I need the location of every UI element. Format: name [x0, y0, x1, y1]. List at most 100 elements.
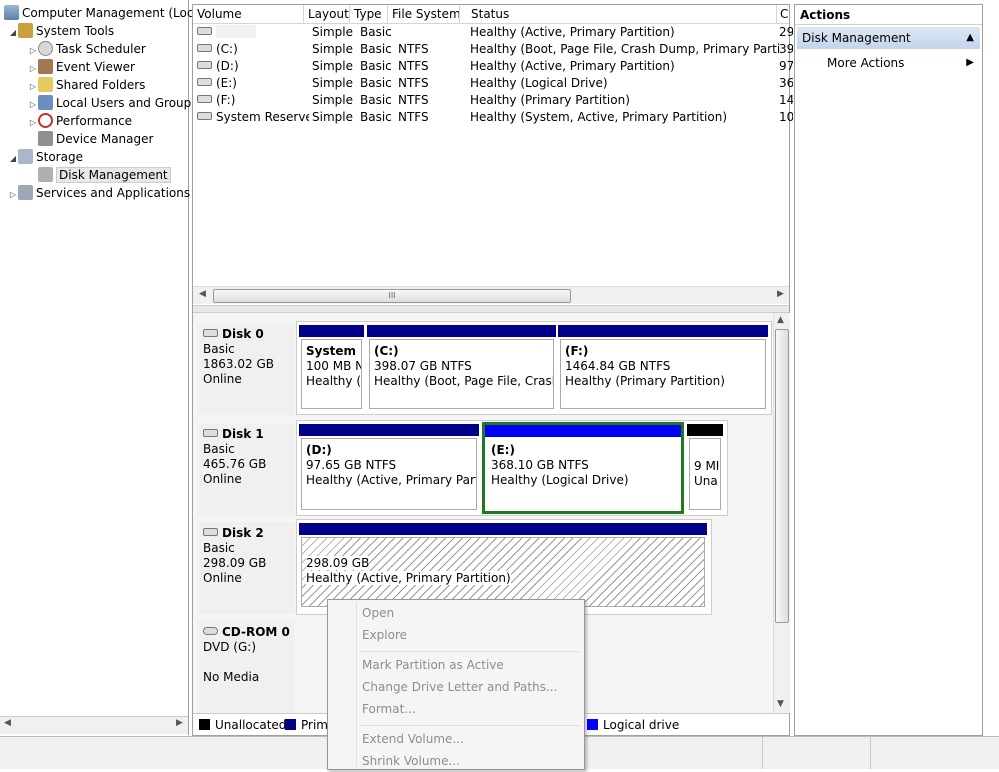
volume-row[interactable]: Simple Basic Healthy (Active, Primary Pa… [193, 24, 793, 41]
legend-logical: Logical drive [587, 718, 679, 732]
tree-item-event-viewer[interactable]: ▷ Event Viewer [28, 58, 135, 76]
more-actions-item[interactable]: More Actions ▶ [797, 53, 980, 73]
disk-icon [203, 528, 218, 536]
logical-bar [485, 425, 681, 437]
menu-item-mark-active[interactable]: Mark Partition as Active [362, 654, 504, 676]
disk-2-info[interactable]: Disk 2 Basic 298.09 GB Online [197, 522, 295, 614]
actions-pane: Actions Disk Management ▲ More Actions ▶ [794, 4, 983, 736]
submenu-arrow-icon: ▶ [966, 57, 974, 68]
event-viewer-icon [38, 59, 53, 74]
volume-list-header: Volume Layout Type File System Status C [193, 5, 789, 24]
graph-vertical-scrollbar[interactable]: ▲ ▼ [773, 313, 790, 713]
menu-item-extend-volume[interactable]: Extend Volume... [362, 728, 464, 750]
primary-bar [299, 325, 364, 337]
partition-disk2[interactable]: 298.09 GB Healthy (Active, Primary Parti… [299, 523, 707, 609]
shared-folder-icon [38, 77, 53, 92]
volume-icon [197, 78, 212, 86]
volume-row[interactable]: (E:) Simple Basic NTFS Healthy (Logical … [193, 75, 793, 92]
tree-item-storage[interactable]: ◢ Storage [8, 148, 83, 166]
services-icon [18, 185, 33, 200]
primary-bar [299, 523, 707, 535]
column-type[interactable]: Type [350, 5, 388, 23]
scroll-left-icon[interactable]: ◀ [199, 289, 206, 299]
column-capacity[interactable]: C [776, 5, 792, 23]
scroll-thumb[interactable] [775, 329, 789, 623]
tree-item-local-users[interactable]: ▷ Local Users and Groups [28, 94, 198, 112]
cdrom-0-info[interactable]: CD-ROM 0 DVD (G:) No Media [197, 621, 295, 713]
partition-c[interactable]: (C:) 398.07 GB NTFS Healthy (Boot, Page … [367, 325, 556, 411]
scroll-right-icon[interactable]: ▶ [777, 289, 784, 299]
primary-bar [367, 325, 556, 337]
primary-swatch [285, 719, 296, 730]
menu-item-change-drive-letter[interactable]: Change Drive Letter and Paths... [362, 676, 557, 698]
volume-row[interactable]: (D:) Simple Basic NTFS Healthy (Active, … [193, 58, 793, 75]
partition-f[interactable]: (F:) 1464.84 GB NTFS Healthy (Primary Pa… [558, 325, 768, 411]
column-volume[interactable]: Volume [193, 5, 304, 23]
disk-0-info[interactable]: Disk 0 Basic 1863.02 GB Online [197, 323, 295, 415]
expand-right-icon[interactable]: ▷ [8, 186, 18, 204]
tree-item-system-tools[interactable]: ◢ System Tools [8, 22, 114, 40]
scroll-right-icon[interactable]: ▶ [176, 718, 183, 728]
volume-icon [197, 61, 212, 69]
performance-icon [38, 113, 53, 128]
console-tree: Computer Management (Local ◢ System Tools… [0, 0, 204, 735]
device-manager-icon [38, 131, 53, 146]
tree-item-disk-management[interactable]: Disk Management [38, 166, 171, 184]
cdrom-icon [203, 627, 218, 635]
partition-system-reserved[interactable]: System R 100 MB N Healthy (S [299, 325, 364, 411]
partition-e-selected[interactable]: (E:) 368.10 GB NTFS Healthy (Logical Dri… [482, 422, 684, 514]
scroll-down-icon[interactable]: ▼ [777, 699, 784, 709]
menu-item-shrink-volume[interactable]: Shrink Volume... [362, 750, 460, 772]
unallocated-swatch [199, 719, 210, 730]
primary-bar [558, 325, 768, 337]
legend-unallocated: Unallocated [199, 718, 286, 732]
menu-item-open[interactable]: Open [362, 602, 394, 624]
unallocated-bar [687, 424, 723, 436]
volume-list-horizontal-scrollbar[interactable]: ◀ III ▶ [193, 286, 789, 304]
disk-1-info[interactable]: Disk 1 Basic 465.76 GB Online [197, 423, 295, 515]
storage-icon [18, 149, 33, 164]
partition-unallocated[interactable]: 9 MI Una [687, 424, 723, 512]
volume-icon [197, 44, 212, 52]
disk-icon [203, 429, 218, 437]
volume-row[interactable]: (C:) Simple Basic NTFS Healthy (Boot, Pa… [193, 41, 793, 58]
expand-down-icon[interactable]: ◢ [8, 150, 18, 168]
pane-splitter[interactable] [193, 305, 789, 313]
menu-separator [360, 651, 580, 652]
context-menu: Open Explore Mark Partition as Active Ch… [327, 599, 585, 770]
volume-row[interactable]: (F:) Simple Basic NTFS Healthy (Primary … [193, 92, 793, 109]
volume-icon [197, 112, 212, 120]
expand-down-icon[interactable]: ◢ [8, 24, 18, 42]
primary-bar [299, 424, 479, 436]
scroll-left-icon[interactable]: ◀ [4, 718, 11, 728]
users-icon [38, 95, 53, 110]
tree-item-performance[interactable]: ▷ Performance [28, 112, 132, 130]
column-layout[interactable]: Layout [304, 5, 350, 23]
column-status[interactable]: Status [467, 5, 777, 23]
column-file-system[interactable]: File System [388, 5, 460, 23]
actions-title: Actions [795, 5, 982, 25]
tools-icon [18, 23, 33, 38]
expand-right-icon[interactable]: ▷ [28, 114, 38, 132]
tree-item-device-manager[interactable]: Device Manager [38, 130, 153, 148]
tree-item-shared-folders[interactable]: ▷ Shared Folders [28, 76, 145, 94]
actions-section-disk-management[interactable]: Disk Management ▲ [797, 27, 980, 49]
partition-d[interactable]: (D:) 97.65 GB NTFS Healthy (Active, Prim… [299, 424, 479, 512]
tree-item-computer-management[interactable]: Computer Management (Local [4, 4, 204, 22]
volume-icon [197, 27, 212, 35]
menu-item-format[interactable]: Format... [362, 698, 416, 720]
menu-item-explore[interactable]: Explore [362, 624, 407, 646]
volume-icon [197, 95, 212, 103]
logical-swatch [587, 719, 598, 730]
tree-item-services-applications[interactable]: ▷ Services and Applications [8, 184, 190, 202]
collapse-up-icon[interactable]: ▲ [966, 27, 974, 49]
computer-icon [4, 5, 19, 20]
disk-management-icon [38, 167, 53, 182]
menu-separator [360, 725, 580, 726]
scroll-up-icon[interactable]: ▲ [777, 315, 784, 325]
clock-icon [38, 41, 53, 56]
tree-horizontal-scrollbar[interactable]: ◀ ▶ [0, 716, 188, 734]
tree-item-task-scheduler[interactable]: ▷ Task Scheduler [28, 40, 146, 58]
scroll-thumb[interactable]: III [213, 289, 571, 303]
volume-row[interactable]: System Reserved Simple Basic NTFS Health… [193, 109, 793, 126]
